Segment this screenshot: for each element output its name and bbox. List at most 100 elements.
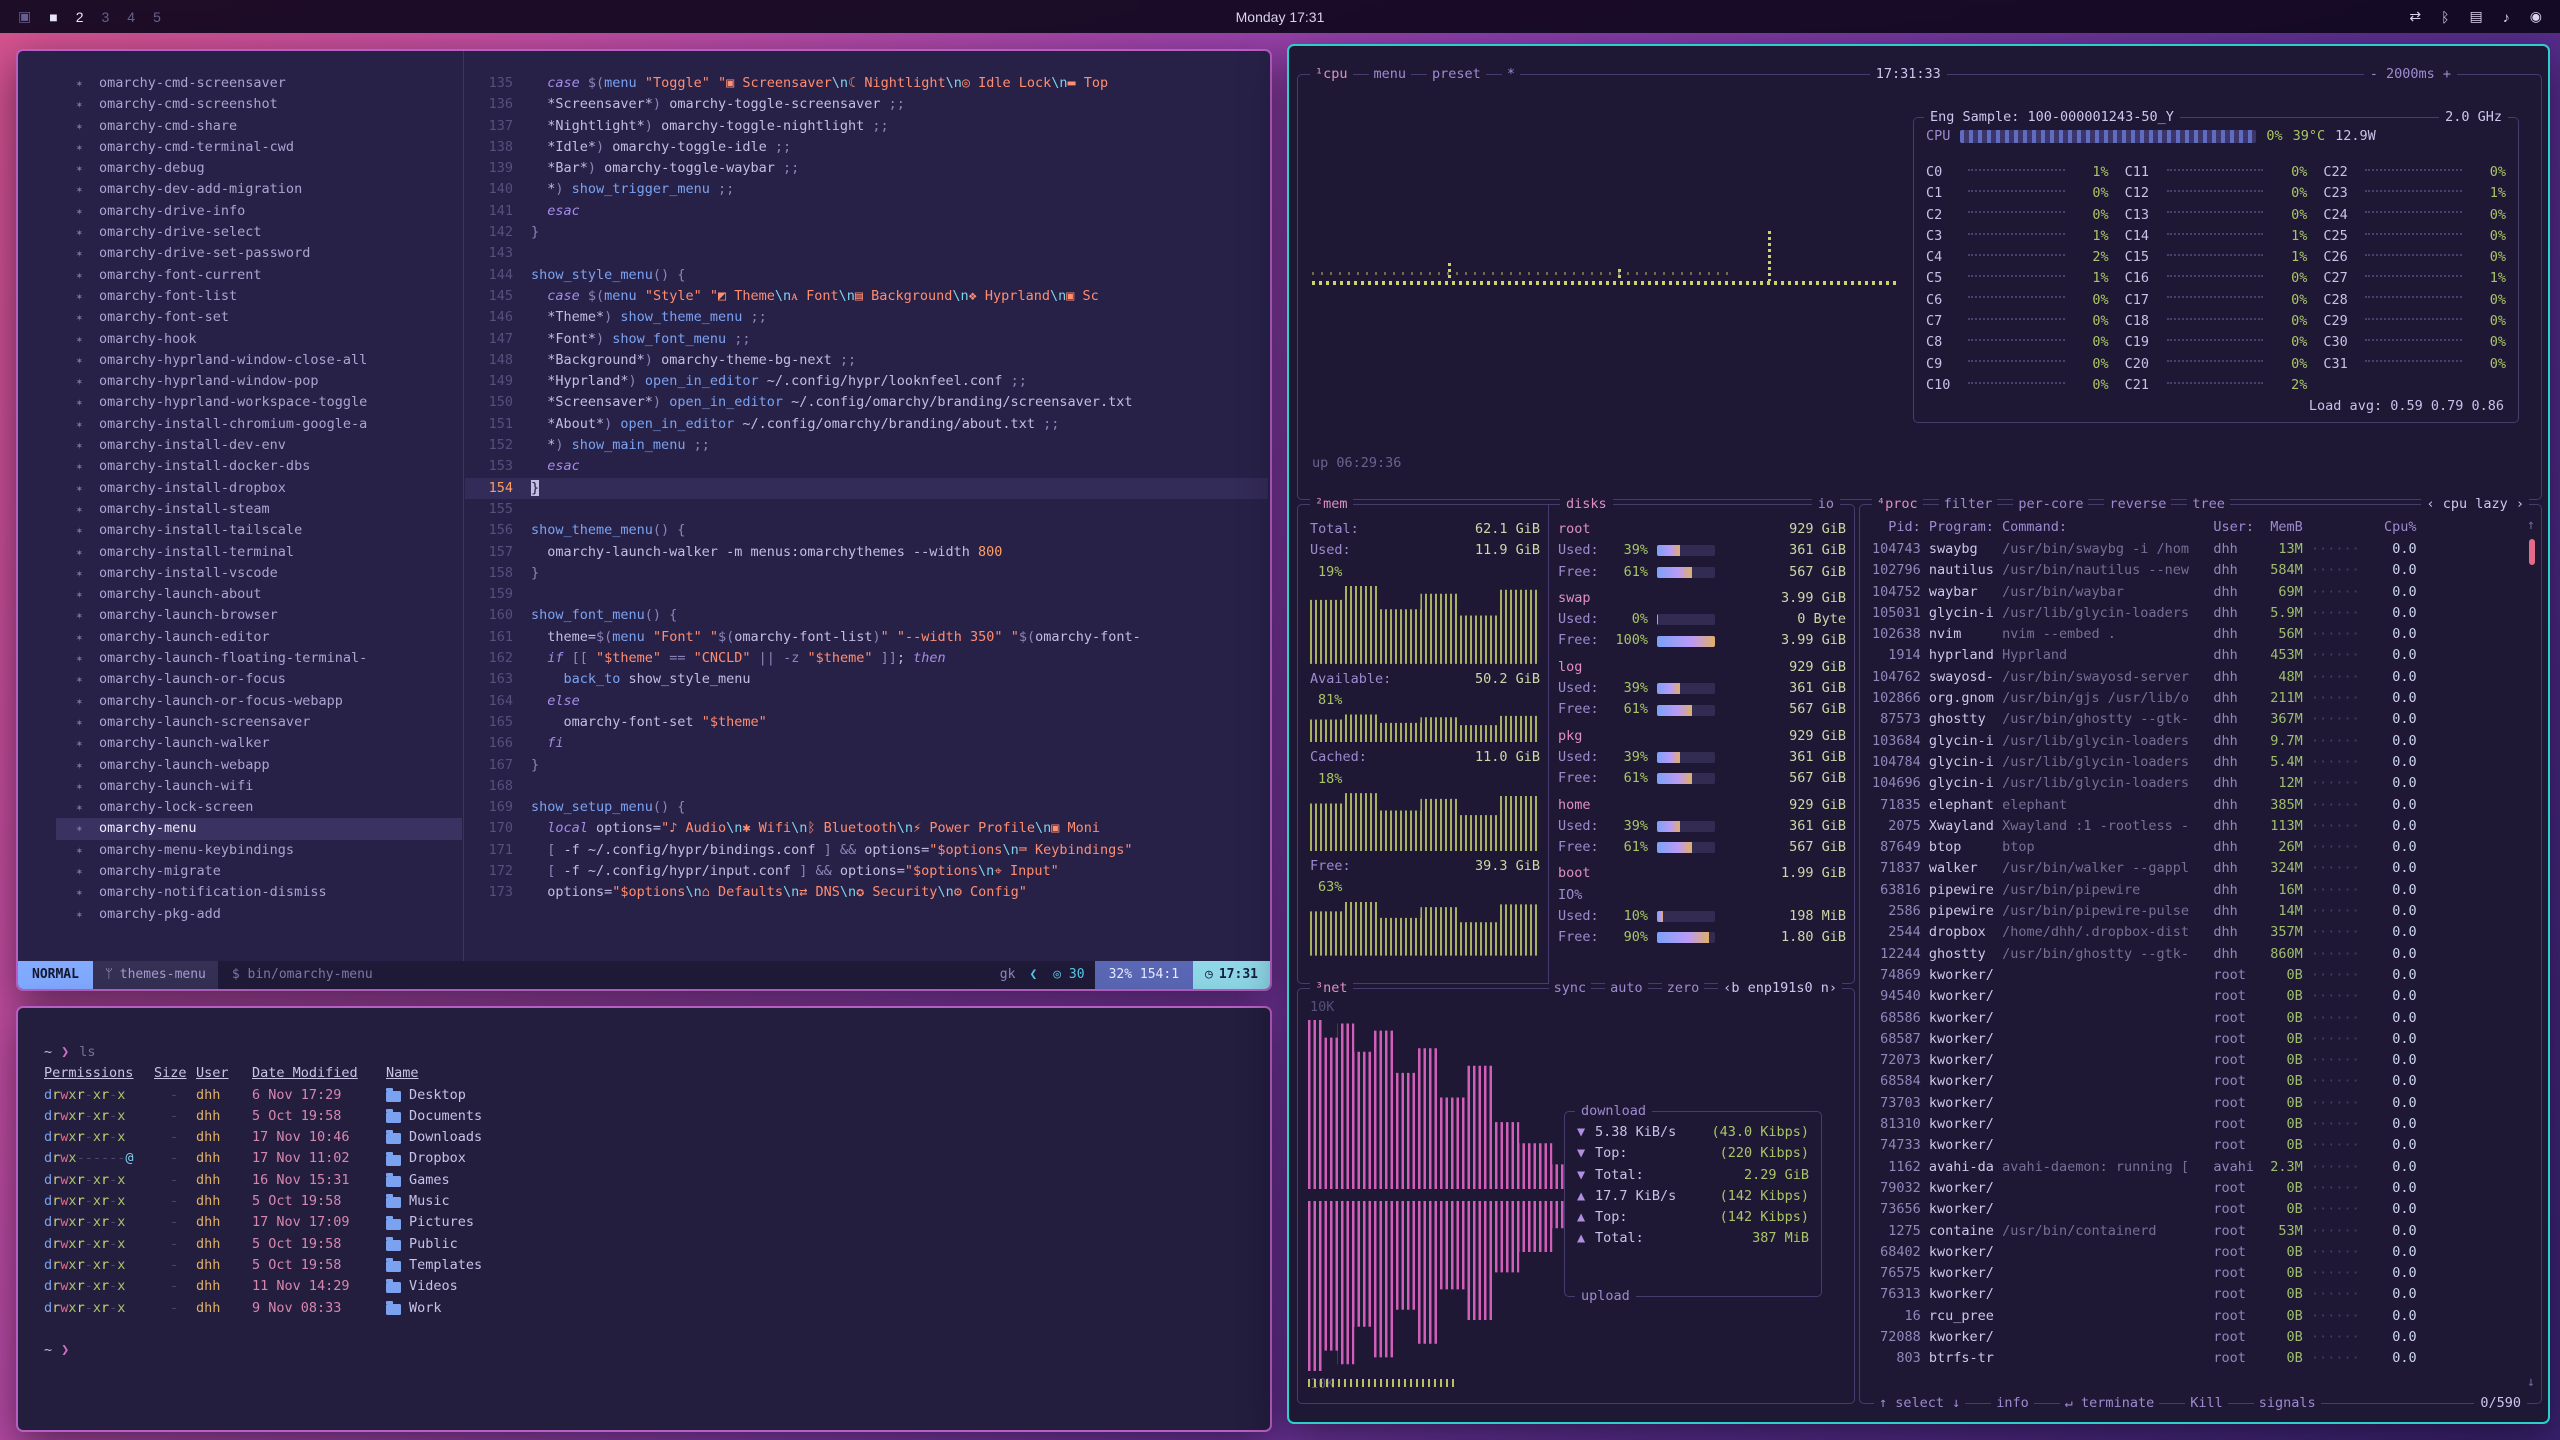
process-row[interactable]: 105031 glycin-i /usr/lib/glycin-loaders …: [1872, 603, 2523, 624]
process-row[interactable]: 2586 pipewire /usr/bin/pipewire-pulse dh…: [1872, 901, 2523, 922]
file-item[interactable]: ✶omarchy-lock-screen: [76, 797, 462, 818]
process-row[interactable]: 81310 kworker/ root 0B ······ 0.0: [1872, 1114, 2523, 1135]
code-line[interactable]: 164 else: [465, 691, 1268, 712]
code-line[interactable]: 145 case $(menu "Style" "◩ Theme\nᴀ Font…: [465, 286, 1268, 307]
code-line[interactable]: 138 *Idle*) omarchy-toggle-idle ;;: [465, 137, 1268, 158]
file-item[interactable]: ✶omarchy-hook: [76, 329, 462, 350]
power-icon[interactable]: ◉: [2530, 8, 2542, 25]
code-line[interactable]: 139 *Bar*) omarchy-toggle-waybar ;;: [465, 158, 1268, 179]
code-line[interactable]: 150 *Screensaver*) open_in_editor ~/.con…: [465, 392, 1268, 413]
process-row[interactable]: 68586 kworker/ root 0B ······ 0.0: [1872, 1008, 2523, 1029]
file-item[interactable]: ✶omarchy-drive-info: [76, 201, 462, 222]
code-line[interactable]: 158}: [465, 563, 1268, 584]
code-line[interactable]: 165 omarchy-font-set "$theme": [465, 712, 1268, 733]
net-auto-toggle[interactable]: auto: [1605, 978, 1648, 999]
process-row[interactable]: 103684 glycin-i /usr/lib/glycin-loaders …: [1872, 731, 2523, 752]
process-row[interactable]: 104743 swaybg /usr/bin/swaybg -i /hom dh…: [1872, 539, 2523, 560]
code-pane[interactable]: 135 case $(menu "Toggle" "▣ Screensaver\…: [465, 73, 1268, 961]
file-item[interactable]: ✶omarchy-menu: [56, 818, 462, 839]
file-item[interactable]: ✶omarchy-font-set: [76, 307, 462, 328]
process-row[interactable]: 71835 elephant elephant dhh 385M ······ …: [1872, 795, 2523, 816]
process-row[interactable]: 104752 waybar /usr/bin/waybar dhh 69M ··…: [1872, 582, 2523, 603]
code-line[interactable]: 156show_theme_menu() {: [465, 520, 1268, 541]
process-row[interactable]: 79032 kworker/ root 0B ······ 0.0: [1872, 1178, 2523, 1199]
file-item[interactable]: ✶omarchy-launch-walker: [76, 733, 462, 754]
process-row[interactable]: 68584 kworker/ root 0B ······ 0.0: [1872, 1071, 2523, 1092]
file-item[interactable]: ✶omarchy-drive-select: [76, 222, 462, 243]
file-item[interactable]: ✶omarchy-hyprland-workspace-toggle: [76, 392, 462, 413]
code-line[interactable]: 146 *Theme*) show_theme_menu ;;: [465, 307, 1268, 328]
process-row[interactable]: 94540 kworker/ root 0B ······ 0.0: [1872, 986, 2523, 1007]
process-row[interactable]: 71837 walker /usr/bin/walker --gappl dhh…: [1872, 858, 2523, 879]
file-item[interactable]: ✶omarchy-launch-or-focus-webapp: [76, 691, 462, 712]
file-item[interactable]: ✶omarchy-install-terminal: [76, 542, 462, 563]
file-item[interactable]: ✶omarchy-menu-keybindings: [76, 840, 462, 861]
code-line[interactable]: 141 esac: [465, 201, 1268, 222]
process-row[interactable]: 102638 nvim nvim --embed . dhh 56M ·····…: [1872, 624, 2523, 645]
menu-button[interactable]: menu: [1369, 64, 1412, 85]
editor-window[interactable]: ✶omarchy-cmd-screensaver✶omarchy-cmd-scr…: [16, 49, 1272, 991]
bluetooth-icon[interactable]: ᛒ: [2441, 9, 2449, 25]
file-item[interactable]: ✶omarchy-pkg-add: [76, 904, 462, 925]
system-monitor-window[interactable]: ¹cpu menu preset * 17:31:33 - 2000ms + u…: [1287, 44, 2550, 1424]
code-line[interactable]: 160show_font_menu() {: [465, 605, 1268, 626]
process-row[interactable]: 1162 avahi-da avahi-daemon: running [ av…: [1872, 1157, 2523, 1178]
process-row[interactable]: 76313 kworker/ root 0B ······ 0.0: [1872, 1284, 2523, 1305]
file-item[interactable]: ✶omarchy-launch-editor: [76, 627, 462, 648]
volume-icon[interactable]: ♪: [2503, 9, 2510, 25]
process-row[interactable]: 87649 btop btop dhh 26M ······ 0.0: [1872, 837, 2523, 858]
file-item[interactable]: ✶omarchy-launch-floating-terminal-: [76, 648, 462, 669]
process-row[interactable]: 104696 glycin-i /usr/lib/glycin-loaders …: [1872, 773, 2523, 794]
workspace-4[interactable]: 4: [127, 9, 135, 25]
file-item[interactable]: ✶omarchy-install-steam: [76, 499, 462, 520]
code-line[interactable]: 157 omarchy-launch-walker -m menus:omarc…: [465, 542, 1268, 563]
workspace-5[interactable]: 5: [153, 9, 161, 25]
process-row[interactable]: 72088 kworker/ root 0B ······ 0.0: [1872, 1327, 2523, 1348]
net-sync-toggle[interactable]: sync: [1549, 978, 1592, 999]
proc-action[interactable]: ↵ terminate: [2060, 1393, 2159, 1414]
sort-mode-selector[interactable]: ‹ cpu lazy ›: [2421, 494, 2529, 515]
tree-toggle[interactable]: tree: [2187, 494, 2230, 515]
file-item[interactable]: ✶omarchy-debug: [76, 158, 462, 179]
proc-action[interactable]: Kill: [2185, 1393, 2228, 1414]
code-line[interactable]: 153 esac: [465, 456, 1268, 477]
code-line[interactable]: 154}: [465, 478, 1268, 499]
terminal-window[interactable]: ~ ❯ ls PermissionsSizeUserDate ModifiedN…: [16, 1006, 1272, 1432]
file-item[interactable]: ✶omarchy-font-current: [76, 265, 462, 286]
code-line[interactable]: 143: [465, 243, 1268, 264]
process-row[interactable]: 68587 kworker/ root 0B ······ 0.0: [1872, 1029, 2523, 1050]
process-row[interactable]: 2544 dropbox /home/dhh/.dropbox-dist dhh…: [1872, 922, 2523, 943]
file-item[interactable]: ✶omarchy-cmd-share: [76, 116, 462, 137]
code-line[interactable]: 163 back_to show_style_menu: [465, 669, 1268, 690]
preset-button[interactable]: preset: [1427, 64, 1486, 85]
process-row[interactable]: 63816 pipewire /usr/bin/pipewire dhh 16M…: [1872, 880, 2523, 901]
process-row[interactable]: 803 btrfs-tr root 0B ······ 0.0: [1872, 1348, 2523, 1369]
process-row[interactable]: 73656 kworker/ root 0B ······ 0.0: [1872, 1199, 2523, 1220]
file-item[interactable]: ✶omarchy-launch-screensaver: [76, 712, 462, 733]
code-line[interactable]: 149 *Hyprland*) open_in_editor ~/.config…: [465, 371, 1268, 392]
code-line[interactable]: 168: [465, 776, 1268, 797]
workspace-icon-apps[interactable]: ▣: [18, 8, 31, 25]
code-line[interactable]: 171 [ -f ~/.config/hypr/bindings.conf ] …: [465, 840, 1268, 861]
code-line[interactable]: 161 theme=$(menu "Font" "$(omarchy-font-…: [465, 627, 1268, 648]
file-item[interactable]: ✶omarchy-migrate: [76, 861, 462, 882]
file-item[interactable]: ✶omarchy-install-dropbox: [76, 478, 462, 499]
update-interval-control[interactable]: - 2000ms +: [2364, 64, 2457, 85]
file-item[interactable]: ✶omarchy-font-list: [76, 286, 462, 307]
process-row[interactable]: 1914 hyprland Hyprland dhh 453M ······ 0…: [1872, 645, 2523, 666]
code-line[interactable]: 167}: [465, 755, 1268, 776]
file-item[interactable]: ✶omarchy-launch-webapp: [76, 755, 462, 776]
code-line[interactable]: 151 *About*) open_in_editor ~/.config/om…: [465, 414, 1268, 435]
process-row[interactable]: 1275 containe /usr/bin/containerd root 5…: [1872, 1221, 2523, 1242]
code-line[interactable]: 147 *Font*) show_font_menu ;;: [465, 329, 1268, 350]
process-row[interactable]: 74733 kworker/ root 0B ······ 0.0: [1872, 1135, 2523, 1156]
code-line[interactable]: 140 *) show_trigger_menu ;;: [465, 179, 1268, 200]
file-item[interactable]: ✶omarchy-notification-dismiss: [76, 882, 462, 903]
process-row[interactable]: 76575 kworker/ root 0B ······ 0.0: [1872, 1263, 2523, 1284]
file-item[interactable]: ✶omarchy-install-chromium-google-a: [76, 414, 462, 435]
code-line[interactable]: 152 *) show_main_menu ;;: [465, 435, 1268, 456]
scroll-up-icon[interactable]: ↑: [2527, 515, 2535, 536]
proc-action[interactable]: ↑ select ↓: [1874, 1393, 1965, 1414]
network-arrows-icon[interactable]: ⇄: [2409, 8, 2421, 25]
code-line[interactable]: 162 if [[ "$theme" == "CNCLD" || -z "$th…: [465, 648, 1268, 669]
